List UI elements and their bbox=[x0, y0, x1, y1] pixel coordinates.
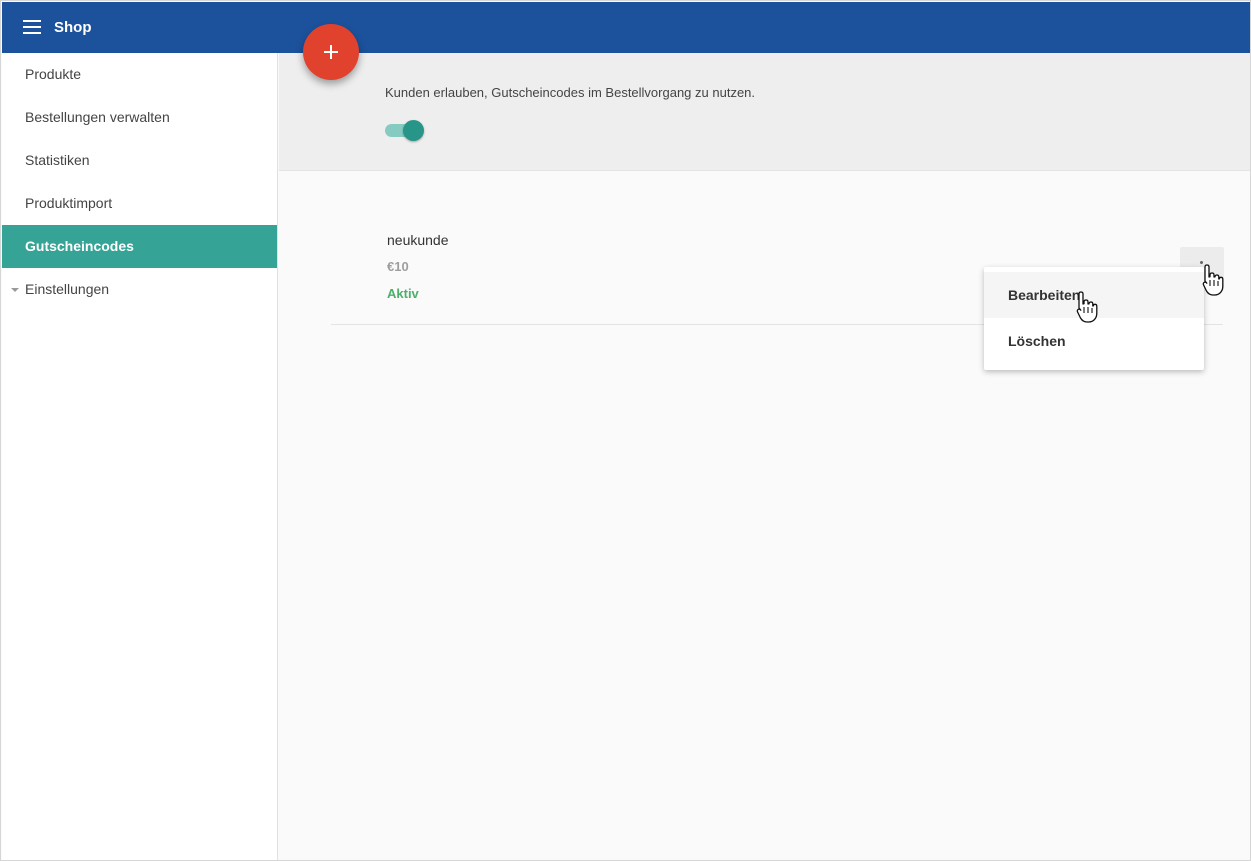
sidebar-item-label: Produkte bbox=[25, 66, 82, 82]
app-title: Shop bbox=[54, 19, 92, 36]
sidebar-item-label: Gutscheincodes bbox=[25, 238, 134, 254]
sidebar-item-bestellungen-verwalten[interactable]: Bestellungen verwalten bbox=[2, 96, 277, 139]
allow-coupons-label: Kunden erlauben, Gutscheincodes im Beste… bbox=[385, 85, 756, 100]
caret-down-icon bbox=[11, 288, 19, 292]
plus-icon-vertical bbox=[330, 45, 332, 59]
sidebar-item-produktimport[interactable]: Produktimport bbox=[2, 182, 277, 225]
coupon-settings-panel: Kunden erlauben, Gutscheincodes im Beste… bbox=[279, 53, 1250, 171]
top-app-bar: Shop bbox=[2, 2, 1250, 53]
sidebar-item-gutscheincodes[interactable]: Gutscheincodes bbox=[2, 225, 277, 268]
sidebar-item-label: Statistiken bbox=[25, 152, 90, 168]
sidebar-item-label: Einstellungen bbox=[25, 281, 110, 297]
app-window: Shop Produkte Bestellungen verwalten Sta… bbox=[0, 0, 1251, 861]
sidebar-item-produkte[interactable]: Produkte bbox=[2, 53, 277, 96]
allow-coupons-toggle[interactable] bbox=[385, 120, 425, 141]
toggle-thumb bbox=[403, 120, 424, 141]
menu-item-loeschen[interactable]: Löschen bbox=[984, 318, 1204, 364]
coupon-code: neukunde bbox=[387, 232, 449, 248]
sidebar-item-label: Produktimport bbox=[25, 195, 113, 211]
add-coupon-button[interactable] bbox=[303, 24, 359, 80]
sidebar-nav: Produkte Bestellungen verwalten Statisti… bbox=[2, 53, 278, 860]
sidebar-item-statistiken[interactable]: Statistiken bbox=[2, 139, 277, 182]
status-badge: Aktiv bbox=[387, 286, 419, 301]
sidebar-item-einstellungen[interactable]: Einstellungen bbox=[2, 268, 277, 311]
coupon-amount: €10 bbox=[387, 259, 409, 274]
more-vert-icon bbox=[1200, 261, 1203, 264]
menu-item-bearbeiten[interactable]: Bearbeiten bbox=[984, 272, 1204, 318]
sidebar-item-label: Bestellungen verwalten bbox=[25, 109, 170, 125]
hamburger-menu-icon[interactable] bbox=[23, 20, 41, 34]
context-menu: Bearbeiten Löschen bbox=[984, 267, 1204, 370]
